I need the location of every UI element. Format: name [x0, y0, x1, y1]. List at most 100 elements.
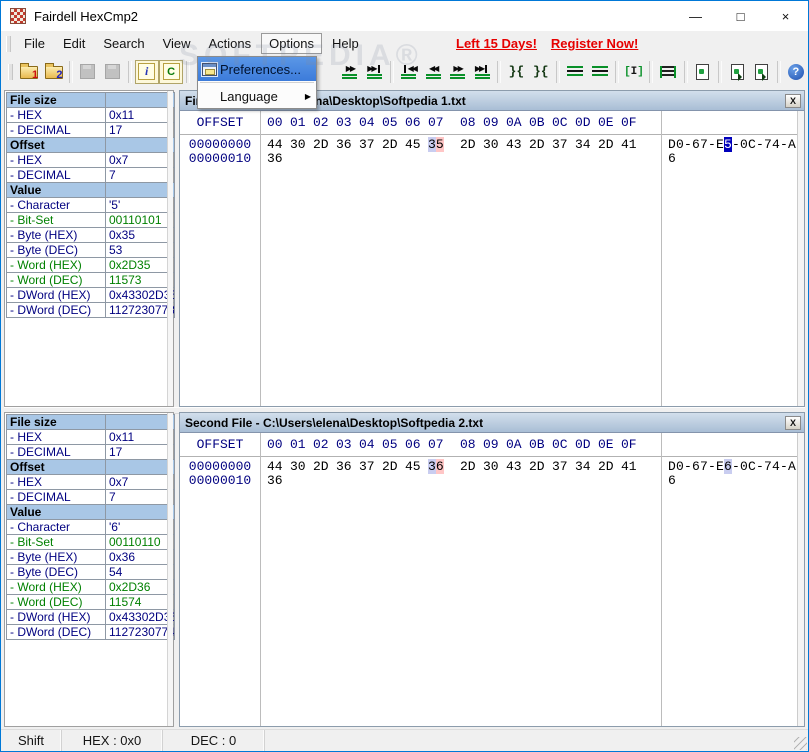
- first-difference-button[interactable]: ◀◀: [397, 60, 421, 84]
- open-file1-button[interactable]: 1: [17, 60, 41, 84]
- info-panel-scroll-strip[interactable]: [167, 413, 173, 726]
- hex-byte[interactable]: 2D: [382, 460, 405, 474]
- hex-bytes[interactable]: 44302D36372D45362D30432D37342D41: [260, 460, 661, 474]
- menu-search[interactable]: Search: [95, 33, 152, 54]
- hex-byte[interactable]: 30: [483, 138, 506, 152]
- diff-hex-byte[interactable]: 36: [428, 460, 451, 474]
- menu-item-preferences[interactable]: Preferences...: [198, 57, 316, 81]
- compare-toggle[interactable]: C: [159, 60, 183, 84]
- menu-help[interactable]: Help: [324, 33, 367, 54]
- help-button[interactable]: ?: [784, 60, 808, 84]
- diff-byte-digit: 6: [436, 459, 444, 474]
- hex-scroll-strip[interactable]: [797, 111, 804, 406]
- resize-grip[interactable]: [794, 737, 807, 750]
- hex-byte[interactable]: 41: [621, 138, 644, 152]
- copy-to-file2-icon: [755, 64, 768, 80]
- next-difference-button[interactable]: ▶▶: [445, 60, 469, 84]
- hex-bytes[interactable]: 36: [260, 152, 661, 166]
- info-panel-scroll-strip[interactable]: [167, 91, 173, 406]
- sync-offsets-button[interactable]: }{: [529, 60, 553, 84]
- ascii-text[interactable]: D0-67-E6-0C-74-A: [661, 460, 796, 474]
- previous-difference-button[interactable]: ◀◀: [421, 60, 445, 84]
- menu-view[interactable]: View: [155, 33, 199, 54]
- hex-byte[interactable]: 45: [405, 138, 428, 152]
- hex-bytes[interactable]: 36: [260, 474, 661, 488]
- minimize-button[interactable]: —: [673, 1, 718, 31]
- hex-view[interactable]: OFFSET 000102030405060708090A0B0C0D0E0F …: [180, 111, 804, 406]
- hex-byte[interactable]: 37: [359, 138, 382, 152]
- hex-byte[interactable]: 2D: [313, 460, 336, 474]
- hex-byte[interactable]: 41: [621, 460, 644, 474]
- hex-byte[interactable]: 37: [552, 460, 575, 474]
- ascii-text[interactable]: 6: [661, 152, 676, 166]
- hex-byte[interactable]: 30: [290, 460, 313, 474]
- align-first-button[interactable]: [563, 60, 587, 84]
- hex-byte[interactable]: 2D: [313, 138, 336, 152]
- hex-byte[interactable]: 34: [575, 138, 598, 152]
- menu-options[interactable]: Options: [261, 33, 322, 54]
- hex-byte[interactable]: 2D: [598, 138, 621, 152]
- menu-edit[interactable]: Edit: [55, 33, 93, 54]
- hex-byte[interactable]: 37: [552, 138, 575, 152]
- title-bar[interactable]: Fairdell HexCmp2 — □ ×: [1, 1, 808, 31]
- menu-bar: FileEditSearchViewActionsOptionsHelp Lef…: [1, 31, 808, 56]
- last-change-button[interactable]: ▶▶: [362, 60, 386, 84]
- hex-scroll-strip[interactable]: [797, 433, 804, 726]
- hex-byte[interactable]: 2D: [598, 460, 621, 474]
- hex-byte[interactable]: 43: [506, 138, 529, 152]
- open-file2-button[interactable]: 2: [41, 60, 65, 84]
- hex-byte[interactable]: 2D: [382, 138, 405, 152]
- file-report-button[interactable]: [691, 60, 715, 84]
- goto-offset-button[interactable]: [I]: [622, 60, 646, 84]
- byte-columns-button[interactable]: [656, 60, 680, 84]
- menu-item-language[interactable]: Language ▶: [198, 84, 316, 108]
- offset-header: OFFSET: [180, 111, 260, 134]
- copy-to-file2-button[interactable]: [749, 60, 773, 84]
- hex-byte[interactable]: 2D: [460, 460, 483, 474]
- hex-byte[interactable]: 2D: [460, 138, 483, 152]
- register-link[interactable]: Register Now!: [551, 36, 638, 51]
- hex-byte[interactable]: 37: [359, 460, 382, 474]
- hex-byte[interactable]: 44: [267, 138, 290, 152]
- ascii-text[interactable]: 6: [661, 474, 676, 488]
- hex-byte[interactable]: 30: [483, 460, 506, 474]
- copy-to-file1-button[interactable]: [725, 60, 749, 84]
- hex-byte[interactable]: 44: [267, 460, 290, 474]
- panel-close-button[interactable]: X: [785, 416, 801, 430]
- last-change-icon: ▶▶: [367, 64, 382, 79]
- align-next-button[interactable]: [587, 60, 611, 84]
- hex-byte[interactable]: 43: [506, 460, 529, 474]
- hex-byte[interactable]: 36: [336, 138, 359, 152]
- byte-column-header: 0B: [529, 433, 552, 456]
- toolbar-separator: [497, 61, 501, 83]
- hex-byte[interactable]: 36: [267, 152, 290, 166]
- info-row: - Byte (DEC)53: [7, 243, 175, 258]
- last-difference-button[interactable]: ▶▶: [470, 60, 494, 84]
- menubar-grip-handle[interactable]: [6, 36, 11, 52]
- trial-banner[interactable]: Left 15 Days!Register Now!: [456, 36, 638, 51]
- toolbar-grip-handle[interactable]: [8, 64, 13, 80]
- hex-byte[interactable]: 2D: [529, 460, 552, 474]
- hex-bytes[interactable]: 44302D36372D45352D30432D37342D41: [260, 138, 661, 152]
- panel-close-button[interactable]: X: [785, 94, 801, 108]
- next-change-button[interactable]: ▶▶: [338, 60, 362, 84]
- menu-actions[interactable]: Actions: [201, 33, 260, 54]
- info-panel-toggle[interactable]: i: [135, 60, 159, 84]
- byte-column-header: 08: [460, 433, 483, 456]
- diff-hex-byte[interactable]: 35: [428, 138, 451, 152]
- hex-byte[interactable]: 34: [575, 460, 598, 474]
- ascii-text[interactable]: D0-67-E5-0C-74-A: [661, 138, 796, 152]
- folder-badge: 2: [56, 70, 62, 80]
- hex-byte[interactable]: 30: [290, 138, 313, 152]
- hex-byte[interactable]: 45: [405, 460, 428, 474]
- status-bar: Shift HEX : 0x0 DEC : 0: [1, 729, 808, 751]
- menu-file[interactable]: File: [16, 33, 53, 54]
- hex-byte[interactable]: 36: [267, 474, 290, 488]
- close-button[interactable]: ×: [763, 1, 808, 31]
- maximize-button[interactable]: □: [718, 1, 763, 31]
- info-value: 1127230773: [106, 303, 175, 318]
- hex-byte[interactable]: 2D: [529, 138, 552, 152]
- hex-view[interactable]: OFFSET 000102030405060708090A0B0C0D0E0F …: [180, 433, 804, 726]
- sync-views-button[interactable]: }{: [504, 60, 528, 84]
- hex-byte[interactable]: 36: [336, 460, 359, 474]
